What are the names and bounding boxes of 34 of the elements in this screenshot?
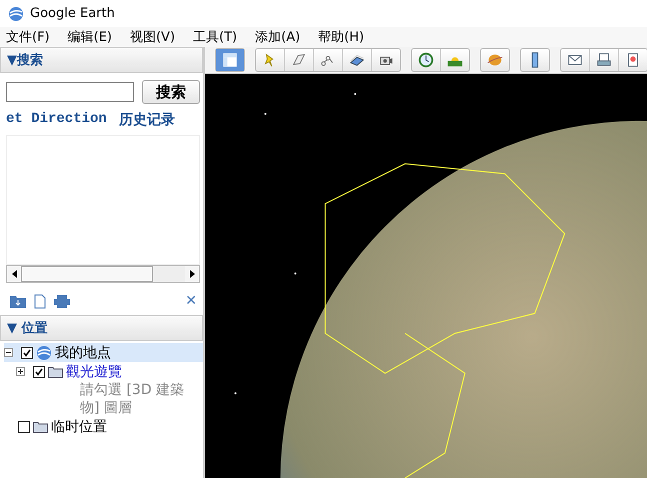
search-tab[interactable]: et Direction [6,111,107,129]
checkbox[interactable] [21,346,33,358]
search-button[interactable]: 搜索 [142,80,200,104]
menu-item[interactable]: 工具(T) [193,28,238,46]
menu-item[interactable]: 帮助(H) [318,28,364,46]
tree-item[interactable]: 临时位置 [51,418,107,436]
places-panel-header[interactable]: ▼ 位置 [0,315,203,341]
window-title: Google Earth [30,6,115,21]
folder-icon [33,420,48,432]
copy-icon[interactable] [34,294,46,308]
tree-item-link[interactable]: 觀光遊覽 [66,362,122,380]
menu-item[interactable]: 文件(F) [6,28,50,46]
horizontal-scrollbar[interactable] [6,265,200,283]
clock-icon [417,51,435,69]
scroll-right-icon[interactable] [190,270,194,278]
expand-icon[interactable] [16,367,25,376]
earth-logo-icon [36,344,52,360]
search-field[interactable] [6,82,134,102]
checkbox[interactable] [18,420,30,432]
earth-logo-icon [8,6,24,22]
scroll-left-icon[interactable] [12,270,16,278]
collapse-icon[interactable] [4,348,13,357]
close-button[interactable]: ✕ [185,293,197,309]
menu-item[interactable]: 视图(V) [130,28,176,46]
folder-icon [48,366,63,378]
search-tab[interactable]: 历史记录 [118,111,175,129]
item-description: 請勾選 [3D 建築物] 圖層 [79,381,186,417]
folder-add-icon[interactable] [10,294,26,308]
layout-icon [221,51,239,69]
search-panel-header[interactable]: ▼搜索 [0,47,203,73]
checkbox[interactable] [33,366,45,378]
menu-item[interactable]: 编辑(E) [68,28,112,46]
menu-item[interactable]: 添加(A) [255,28,300,46]
earth-globe-view[interactable] [205,74,647,478]
